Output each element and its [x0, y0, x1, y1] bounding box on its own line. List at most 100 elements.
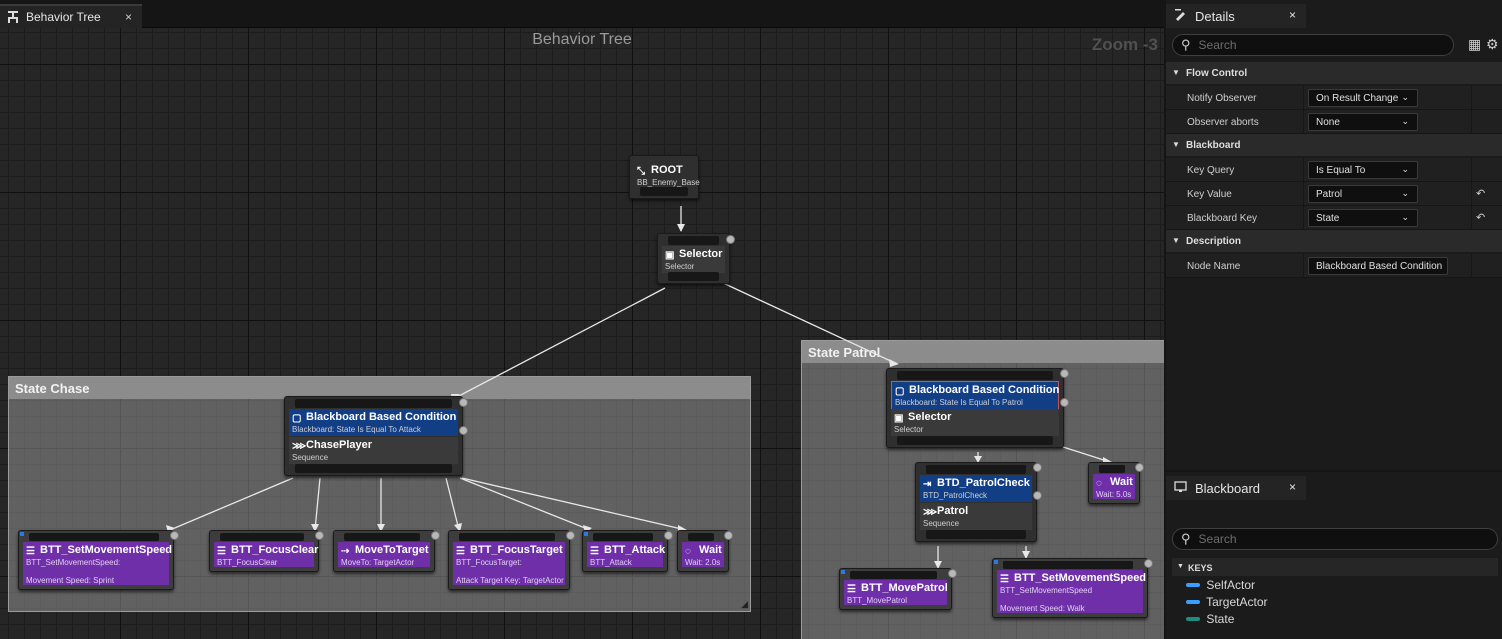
patrol-wait-task[interactable]: ◌ Wait Wait: 5.0s [1088, 462, 1144, 504]
graph-canvas[interactable]: Behavior Tree Zoom -3 State Chase ◢ Stat… [0, 28, 1164, 639]
node-subtitle: BTT_MovePatrol [847, 596, 908, 605]
task-move-patrol[interactable]: ☰ BTT_MovePatrol BTT_MovePatrol [839, 568, 957, 610]
observer-aborts-dropdown[interactable]: None ⌄ [1308, 113, 1418, 131]
category-flow-control[interactable]: ▼ Flow Control [1166, 62, 1502, 84]
patrol-sequence-node[interactable]: ⇥ BTD_PatrolCheck BTD_PatrolCheck ⋙Patrol… [915, 462, 1042, 542]
input-pin-bar[interactable] [295, 399, 452, 408]
blackboard-panel: Blackboard × ⚲ Search ▼ KEYS SelfActor T… [1166, 472, 1502, 639]
input-pin-bar[interactable] [459, 533, 555, 541]
node-index-pin [459, 398, 468, 407]
node-title: MoveToTarget [355, 544, 429, 556]
node-subtitle: MoveTo: TargetActor [341, 558, 415, 567]
node-index-pin [948, 569, 957, 578]
blackboard-condition-decorator[interactable]: ▢ Blackboard Based Condition Blackboard: … [289, 409, 458, 436]
input-pin-bar[interactable] [29, 533, 159, 541]
blackboard-tab-label: Blackboard [1195, 480, 1261, 496]
task-set-movement-speed-walk[interactable]: ☰ BTT_SetMovementSpeed BTT_SetMovementSpe… [992, 558, 1153, 618]
node-title: BTT_FocusClear [231, 544, 319, 556]
reset-to-default-icon[interactable]: ↶ [1476, 211, 1485, 224]
key-value-dropdown[interactable]: Patrol ⌄ [1308, 185, 1418, 203]
move-to-icon: ⇢ [341, 546, 350, 557]
output-pin-bar[interactable] [668, 272, 719, 281]
task-focus-clear[interactable]: ☰ BTT_FocusClear BTT_FocusClear [209, 530, 324, 572]
chevron-down-icon: ⌄ [1401, 188, 1409, 198]
key-target-actor[interactable]: TargetActor [1186, 595, 1267, 609]
task-icon: ☰ [1000, 574, 1009, 585]
reset-to-default-icon[interactable]: ↶ [1476, 187, 1485, 200]
input-pin-bar[interactable] [668, 236, 719, 245]
dropdown-value: None [1316, 117, 1340, 128]
input-pin-bar[interactable] [220, 533, 304, 541]
blackboard-condition-decorator-selected[interactable]: ▢ Blackboard Based Condition Blackboard: … [891, 381, 1059, 410]
category-blackboard[interactable]: ▼ Blackboard [1166, 134, 1502, 156]
task-attack[interactable]: ☰ BTT_Attack BTT_Attack [582, 530, 673, 572]
output-pin-bar[interactable] [897, 436, 1053, 445]
task-focus-target[interactable]: ☰ BTT_FocusTarget BTT_FocusTarget: Attack… [448, 530, 575, 590]
behavior-tree-tab[interactable]: Behavior Tree × [0, 4, 142, 28]
details-panel: Details × ⚲ Search ▦ ⚙ ▼ Flow Control No… [1166, 0, 1502, 470]
notify-observer-dropdown[interactable]: On Result Change ⌄ [1308, 89, 1418, 107]
input-pin-bar[interactable] [1003, 561, 1133, 569]
patrol-check-decorator[interactable]: ⇥ BTD_PatrolCheck BTD_PatrolCheck [920, 475, 1032, 502]
decorator-index-pin [1033, 491, 1042, 500]
task-wait[interactable]: ◌ Wait Wait: 2.0s [677, 530, 733, 572]
table-view-icon[interactable]: ▦ [1468, 36, 1481, 53]
patrol-selector-node[interactable]: ▢ Blackboard Based Condition Blackboard: … [886, 368, 1069, 448]
node-index-pin [1033, 463, 1042, 472]
chevron-down-icon: ⌄ [1401, 212, 1409, 222]
blackboard-tab[interactable]: Blackboard × [1166, 476, 1306, 500]
close-details-icon[interactable]: × [1289, 8, 1296, 22]
collapse-arrow-icon: ▼ [1172, 236, 1180, 245]
collapse-arrow-icon: ▼ [1172, 68, 1180, 77]
node-title: BTD_PatrolCheck [937, 477, 1030, 489]
collapse-arrow-icon: ▼ [1177, 563, 1184, 570]
sequence-icon: ⋙ [292, 441, 307, 452]
output-pin-bar[interactable] [926, 530, 1026, 539]
selector-node[interactable]: ▣ Selector Selector [657, 233, 735, 284]
close-blackboard-icon[interactable]: × [1289, 480, 1296, 494]
input-pin-bar[interactable] [1099, 465, 1125, 473]
node-subtitle: Blackboard: State Is Equal To Attack [292, 425, 421, 434]
node-title: Wait [699, 544, 722, 556]
output-pin-bar[interactable] [295, 464, 452, 473]
input-pin-bar[interactable] [688, 533, 714, 541]
keys-category[interactable]: ▼ KEYS [1172, 558, 1498, 576]
root-node[interactable]: ⤡ ROOT BB_Enemy_Base [629, 155, 700, 199]
document-tab-bar: Behavior Tree × [0, 0, 1164, 28]
key-name: TargetActor [1206, 595, 1268, 609]
task-set-movement-speed-sprint[interactable]: ☰ BTT_SetMovementSpeed BTT_SetMovementSpe… [18, 530, 179, 590]
close-tab-icon[interactable]: × [125, 10, 132, 24]
property-label: Observer aborts [1187, 117, 1259, 128]
chase-player-node[interactable]: ▢ Blackboard Based Condition Blackboard: … [284, 396, 468, 476]
node-name-field[interactable]: Blackboard Based Condition [1308, 257, 1448, 275]
search-placeholder: Search [1198, 532, 1237, 546]
dropdown-value: On Result Change [1316, 93, 1399, 104]
node-subtitle: Sequence [292, 453, 329, 462]
root-icon: ⤡ [637, 166, 645, 177]
output-pin-bar[interactable] [640, 187, 688, 196]
decorator-index-pin [1060, 398, 1069, 407]
settings-gear-icon[interactable]: ⚙ [1486, 36, 1499, 53]
node-subtitle: Wait: 2.0s [685, 558, 721, 567]
input-pin-bar[interactable] [897, 371, 1053, 380]
blackboard-icon [1174, 480, 1187, 496]
node-subtitle: BTT_SetMovementSpeed: [26, 558, 121, 567]
chevron-down-icon: ⌄ [1401, 92, 1409, 102]
input-pin-bar[interactable] [344, 533, 420, 541]
details-tab[interactable]: Details × [1166, 4, 1306, 28]
input-pin-bar[interactable] [850, 571, 937, 579]
category-description[interactable]: ▼ Description [1166, 230, 1502, 252]
input-pin-bar[interactable] [926, 465, 1026, 474]
node-subtitle: BTT_FocusTarget: [456, 558, 522, 567]
key-state[interactable]: State [1186, 612, 1234, 626]
node-title: Selector [908, 411, 952, 423]
node-title: BTT_SetMovementSpeed [1014, 572, 1147, 584]
key-query-dropdown[interactable]: Is Equal To ⌄ [1308, 161, 1418, 179]
details-search-input[interactable]: ⚲ Search [1172, 34, 1454, 56]
decorator-icon: ▢ [895, 386, 905, 397]
blackboard-key-dropdown[interactable]: State ⌄ [1308, 209, 1418, 227]
blackboard-search-input[interactable]: ⚲ Search [1172, 528, 1498, 550]
input-pin-bar[interactable] [593, 533, 653, 541]
key-self-actor[interactable]: SelfActor [1186, 578, 1255, 592]
task-move-to-target[interactable]: ⇢ MoveToTarget MoveTo: TargetActor [333, 530, 440, 572]
